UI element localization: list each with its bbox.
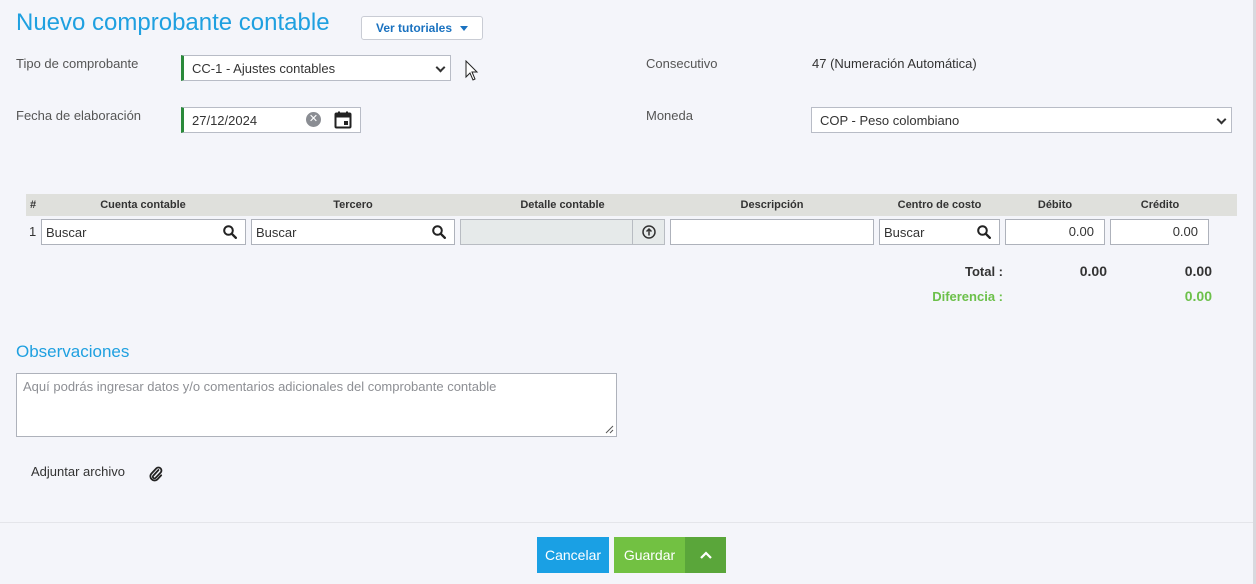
header-cost-center: Centro de costo	[897, 199, 982, 211]
chevron-down-icon	[435, 62, 446, 73]
tutorials-label: Ver tutoriales	[375, 21, 453, 35]
difference-value: 0.00	[1184, 288, 1212, 304]
total-label: Total :	[964, 264, 1003, 279]
third-party-search-input[interactable]: Buscar	[251, 219, 455, 245]
detail-button[interactable]	[632, 220, 664, 244]
observations-placeholder: Aquí podrás ingresar datos y/o comentari…	[23, 379, 497, 394]
third-party-search-text: Buscar	[256, 224, 297, 240]
arrow-up-circle-icon	[641, 225, 656, 239]
save-options-button[interactable]	[685, 537, 726, 573]
header-description: Descripción	[740, 199, 804, 211]
detail-field[interactable]	[460, 219, 665, 245]
attach-file-label[interactable]: Adjuntar archivo	[31, 464, 125, 479]
voucher-type-select[interactable]: CC-1 - Ajustes contables	[181, 55, 451, 81]
credit-input[interactable]: 0.00	[1110, 219, 1209, 245]
search-icon[interactable]	[432, 225, 446, 239]
header-debit: Débito	[1037, 199, 1073, 211]
row-number: 1	[29, 224, 37, 239]
account-search-input[interactable]: Buscar	[41, 219, 246, 245]
paperclip-icon[interactable]	[149, 466, 163, 482]
clear-icon[interactable]: ✕	[306, 112, 321, 127]
observations-title: Observaciones	[16, 342, 130, 361]
header-account: Cuenta contable	[100, 199, 186, 211]
voucher-type-label: Tipo de comprobante	[16, 56, 139, 71]
consecutive-value: 47 (Numeración Automática)	[812, 56, 977, 71]
date-label: Fecha de elaboración	[16, 108, 142, 123]
header-credit: Crédito	[1140, 199, 1180, 211]
cancel-button[interactable]: Cancelar	[537, 537, 609, 573]
cost-center-search-text: Buscar	[884, 224, 925, 240]
table-header: # Cuenta contable Tercero Detalle contab…	[26, 194, 1237, 216]
currency-label: Moneda	[646, 108, 693, 123]
resize-grip-icon[interactable]	[605, 425, 614, 434]
calendar-icon[interactable]	[334, 111, 352, 129]
header-number: #	[29, 199, 37, 211]
voucher-type-value: CC-1 - Ajustes contables	[192, 60, 336, 76]
total-credit: 0.00	[1184, 263, 1212, 279]
search-icon[interactable]	[223, 225, 237, 239]
page-title: Nuevo comprobante contable	[16, 9, 330, 36]
header-third-party: Tercero	[333, 199, 373, 211]
chevron-up-icon	[699, 551, 712, 559]
date-value: 27/12/2024	[192, 112, 258, 128]
currency-select[interactable]: COP - Peso colombiano	[811, 107, 1232, 133]
total-debit: 0.00	[1079, 263, 1107, 279]
header-detail: Detalle contable	[520, 199, 605, 211]
caret-down-icon	[460, 25, 469, 31]
save-button[interactable]: Guardar	[614, 537, 685, 573]
debit-input[interactable]: 0.00	[1005, 219, 1105, 245]
difference-label: Diferencia :	[932, 289, 1003, 304]
tutorials-button[interactable]: Ver tutoriales	[361, 16, 483, 40]
description-input[interactable]	[670, 219, 874, 245]
search-icon[interactable]	[977, 225, 991, 239]
account-search-text: Buscar	[46, 224, 87, 240]
observations-textarea[interactable]: Aquí podrás ingresar datos y/o comentari…	[16, 373, 617, 437]
mouse-cursor-icon	[465, 60, 479, 81]
cost-center-search-input[interactable]: Buscar	[879, 219, 1000, 245]
consecutive-label: Consecutivo	[646, 56, 718, 71]
currency-value: COP - Peso colombiano	[820, 112, 960, 128]
chevron-down-icon	[1216, 114, 1227, 125]
